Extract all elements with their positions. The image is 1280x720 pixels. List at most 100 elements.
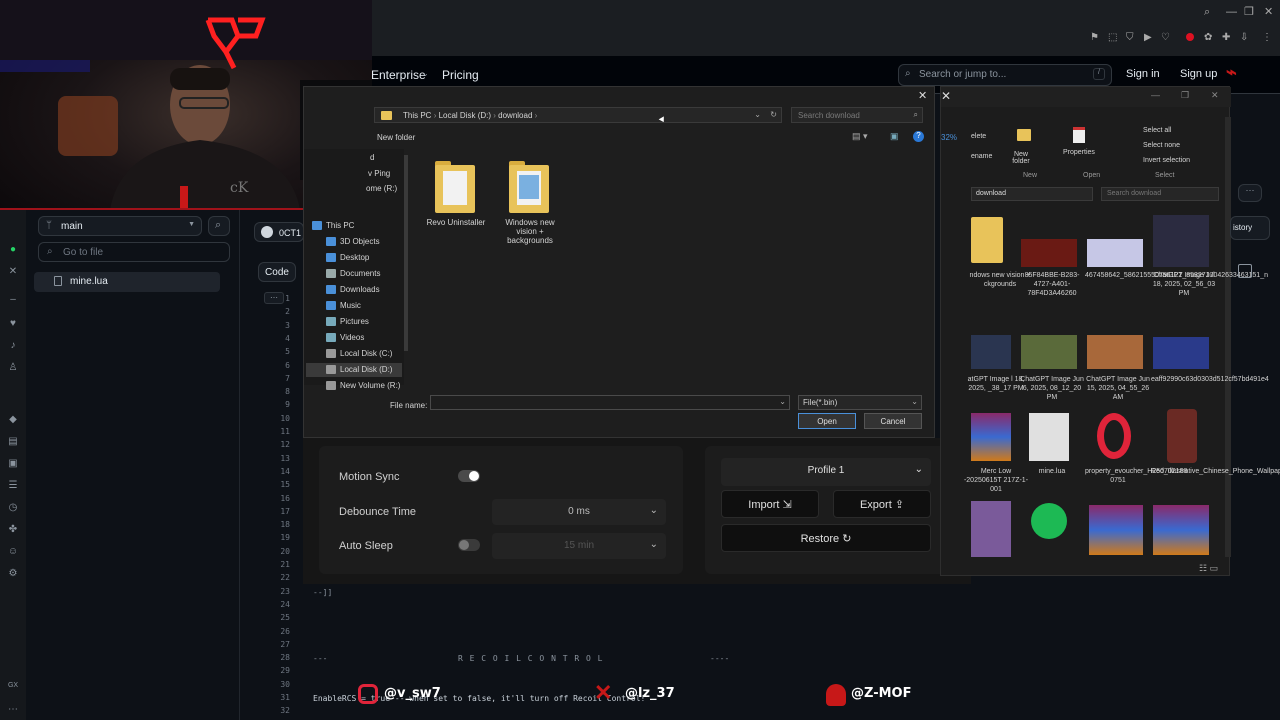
thumb-image-chatgpt-jun6[interactable] [1021, 335, 1077, 369]
line-number[interactable]: 23 [270, 587, 290, 596]
folder-icon[interactable] [435, 161, 475, 213]
nav-enterprise[interactable]: Enterprise [371, 68, 426, 82]
line-number[interactable]: 24 [270, 600, 290, 609]
explorer-search-input[interactable]: Search download [1101, 187, 1219, 201]
motion-sync-toggle[interactable] [458, 470, 480, 482]
list-icon[interactable]: ☰ [7, 480, 19, 492]
nav-item[interactable]: New Volume (R:) [306, 379, 402, 393]
play-icon[interactable]: ▶ [1144, 32, 1152, 43]
auto-sleep-select[interactable]: 15 min ⌄ [492, 533, 666, 559]
minimize-icon[interactable]: — [1226, 6, 1237, 18]
thumb-image-chatgpt-jul18[interactable] [1153, 215, 1209, 267]
maximize-icon[interactable]: ❐ [1244, 5, 1254, 18]
line-number[interactable]: 12 [270, 440, 290, 449]
view-toggle-icon[interactable]: ☷ ▭ [1199, 563, 1218, 574]
line-number[interactable]: 26 [270, 627, 290, 636]
restore-button[interactable]: Restore ↻ [721, 524, 931, 552]
line-number[interactable]: 9 [270, 400, 290, 409]
nav-partial-item[interactable]: d [370, 153, 374, 162]
folder-name[interactable]: Windows new vision + backgrounds [495, 218, 565, 245]
minimize-icon[interactable]: — [1151, 90, 1160, 100]
extension-red-icon[interactable] [1186, 33, 1194, 41]
explorer-address-bar[interactable]: download [971, 187, 1093, 201]
export-button[interactable]: Export ⇪ [833, 490, 931, 518]
nav-item[interactable]: This PC [306, 219, 402, 233]
folder-name[interactable]: Revo Uninstaller [421, 218, 491, 227]
nav-partial-item[interactable]: ome (R:) [366, 184, 397, 193]
search-icon[interactable]: ⌕ [1204, 6, 1210, 19]
preview-pane-icon[interactable]: ▣ [890, 131, 899, 142]
bot-icon[interactable]: ☺ [7, 546, 19, 558]
spotify-icon[interactable] [1031, 503, 1067, 539]
puzzle-icon[interactable]: ✚ [1222, 32, 1230, 43]
thumbnail-caption[interactable]: ChatGPT Image Jun 6, 2025, 08_12_20 PM [1019, 375, 1085, 402]
heart-icon[interactable]: ♥ [7, 318, 19, 330]
heart-icon[interactable]: ♡ [1161, 32, 1170, 43]
refresh-icon[interactable]: ↻ [770, 110, 777, 119]
thumb-image-eaff[interactable] [1153, 337, 1209, 369]
thumbnail-caption[interactable]: 467458642_586215550756122_85327170426334… [1085, 271, 1268, 280]
close-window-icon[interactable]: ✕ [1264, 5, 1273, 18]
cancel-button[interactable]: Cancel [864, 413, 922, 429]
select-none-button[interactable]: Select none [1143, 142, 1180, 149]
more-icon[interactable]: ⋯ [7, 704, 19, 716]
thumbnail-caption[interactable]: mine.lua [1019, 467, 1085, 476]
thumb-folder-windows[interactable] [971, 217, 1003, 263]
thumb-image-467[interactable] [1087, 239, 1143, 267]
nav-partial-item[interactable]: v Ping [368, 169, 390, 178]
delete-button[interactable]: elete [971, 133, 986, 140]
gx-icon[interactable]: GX [7, 682, 19, 694]
line-number[interactable]: 10 [270, 414, 290, 423]
new-folder-button[interactable]: New folder [1009, 151, 1033, 165]
close-icon[interactable]: ✕ [1211, 90, 1219, 101]
branch-selector[interactable]: ᛘ main ▼ [38, 216, 202, 236]
invert-selection-button[interactable]: Invert selection [1143, 157, 1190, 164]
nav-item[interactable]: Videos [306, 331, 402, 345]
profile-select[interactable]: Profile 1 ⌄ [721, 458, 931, 486]
chevron-down-icon[interactable]: ⌄ [779, 397, 786, 406]
nav-item[interactable]: Documents [306, 267, 402, 281]
thumb-image-85f[interactable] [1021, 239, 1077, 267]
settings-icon[interactable]: ⚙ [7, 568, 19, 580]
sign-up-button[interactable]: Sign up [1180, 68, 1217, 80]
rename-button[interactable]: ename [971, 153, 992, 160]
menu-icon[interactable]: ⋮ [1262, 32, 1272, 43]
bottle-icon[interactable]: ♙ [7, 362, 19, 374]
maximize-icon[interactable]: ❐ [1181, 90, 1189, 101]
commit-badge[interactable]: 0CT1 [254, 222, 304, 242]
line-number[interactable]: 8 [270, 387, 290, 396]
thumb-image-partial[interactable] [971, 501, 1011, 557]
line-number[interactable]: 17 [270, 507, 290, 516]
line-number[interactable]: 6 [270, 361, 290, 370]
breadcrumb-this-pc[interactable]: This PC [403, 111, 431, 120]
line-number[interactable]: 20 [270, 547, 290, 556]
line-number[interactable]: 25 [270, 613, 290, 622]
breadcrumb-download[interactable]: download [498, 111, 532, 120]
breadcrumb-local-disk-d[interactable]: Local Disk (D:) [439, 111, 491, 120]
line-number[interactable]: 22 [270, 573, 290, 582]
address-bar[interactable]: This PC › Local Disk (D:) › download › ⌄… [374, 107, 782, 123]
thumbnail-caption[interactable]: property_evoucher_H250702188 0751 [1085, 467, 1187, 485]
file-name-input[interactable]: ⌄ [430, 395, 790, 410]
thumbnail-caption[interactable]: eaff92990c63d0303d512cf57bd491e4 [1151, 375, 1269, 384]
line-number[interactable]: 28 [270, 653, 290, 662]
go-to-file-input[interactable]: ⌕ Go to file [38, 242, 230, 262]
close-dialog-icon[interactable]: ✕ [918, 89, 927, 102]
line-number[interactable]: 29 [270, 666, 290, 675]
nav-item[interactable]: Pictures [306, 315, 402, 329]
archive-icon[interactable] [1089, 505, 1143, 555]
more-options-icon[interactable]: ⋯ [1238, 184, 1262, 202]
line-number[interactable]: 5 [270, 347, 290, 356]
line-number[interactable]: 11 [270, 427, 290, 436]
thumb-image-chatgpt-l18[interactable] [971, 335, 1011, 369]
nav-item[interactable]: Downloads [306, 283, 402, 297]
screenshot-icon[interactable]: ⬚ [1108, 32, 1117, 43]
close-dialog-icon[interactable]: ✕ [941, 89, 957, 103]
search-input[interactable]: ⌕ Search or jump to... / [898, 64, 1112, 86]
nav-item[interactable]: Local Disk (C:) [306, 347, 402, 361]
note-icon[interactable]: ▣ [7, 458, 19, 470]
archive-icon[interactable] [1153, 505, 1209, 555]
thumbnail-caption[interactable]: 85F84BBE-B283-4727-A401-78F4D3A46260 [1019, 271, 1085, 298]
nav-item[interactable]: Local Disk (D:) [306, 363, 402, 377]
whatsapp-icon[interactable]: ● [7, 244, 19, 256]
